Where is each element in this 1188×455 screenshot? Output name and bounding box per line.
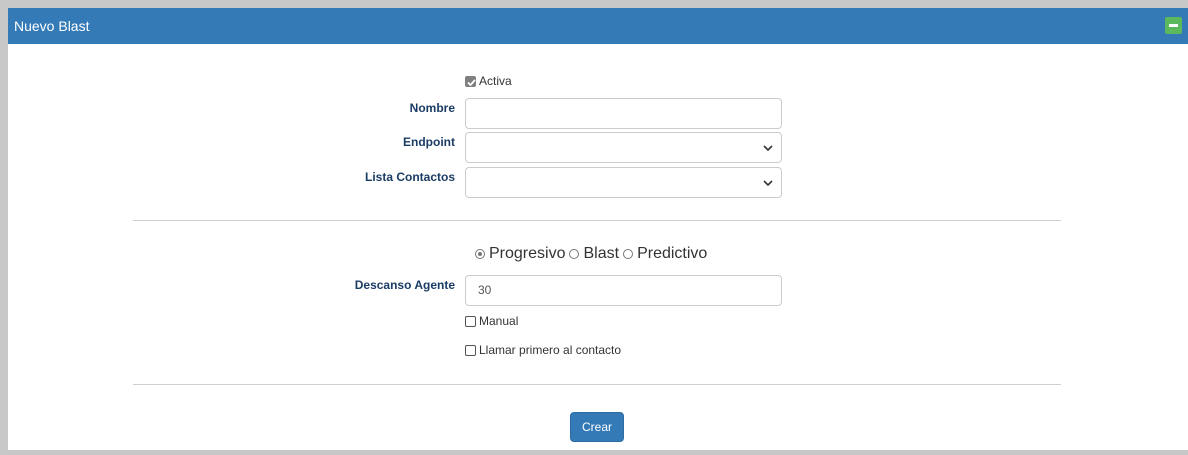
activa-row: Activa [465,74,512,88]
lista-contactos-select[interactable] [465,167,782,198]
panel-title: Nuevo Blast [14,18,90,34]
endpoint-label: Endpoint [403,135,455,149]
mode-radio-group: Progresivo Blast Predictivo [475,244,711,264]
llamar-primero-row: Llamar primero al contacto [465,343,621,357]
descanso-agente-value: 30 [478,283,492,297]
frame-bottom-border [0,450,1188,455]
nombre-label: Nombre [409,101,455,115]
check-icon [467,78,476,86]
activa-checkbox[interactable] [465,75,476,87]
collapse-button[interactable] [1165,17,1182,34]
frame-left-border [0,0,8,455]
chevron-down-icon [763,145,773,152]
panel-header: Nuevo Blast [8,8,1188,44]
divider [133,384,1061,385]
activa-label: Activa [479,74,512,88]
descanso-agente-input[interactable]: 30 [465,275,782,306]
nuevo-blast-panel: Nuevo Blast Activa Nombre Endpoint Lista… [8,8,1188,450]
radio-progresivo[interactable] [475,249,485,259]
divider [133,220,1061,221]
manual-row: Manual [465,314,518,328]
minus-icon [1169,24,1178,27]
frame-top-border [0,0,1188,8]
manual-checkbox[interactable] [465,315,476,327]
endpoint-select[interactable] [465,132,782,163]
radio-predictivo-label: Predictivo [637,245,708,262]
radio-blast[interactable] [569,249,580,259]
manual-label: Manual [479,314,519,328]
chevron-down-icon [763,180,773,187]
radio-predictivo[interactable] [623,249,634,259]
radio-blast-label: Blast [583,245,620,262]
nombre-input[interactable] [465,98,782,129]
llamar-primero-label: Llamar primero al contacto [479,343,622,357]
window: Nuevo Blast Activa Nombre Endpoint Lista… [0,0,1188,455]
lista-contactos-label: Lista Contactos [364,170,455,184]
radio-progresivo-label: Progresivo [489,245,566,262]
descanso-agente-label: Descanso Agente [354,278,455,292]
llamar-primero-checkbox[interactable] [465,344,476,356]
crear-button[interactable]: Crear [570,412,624,442]
